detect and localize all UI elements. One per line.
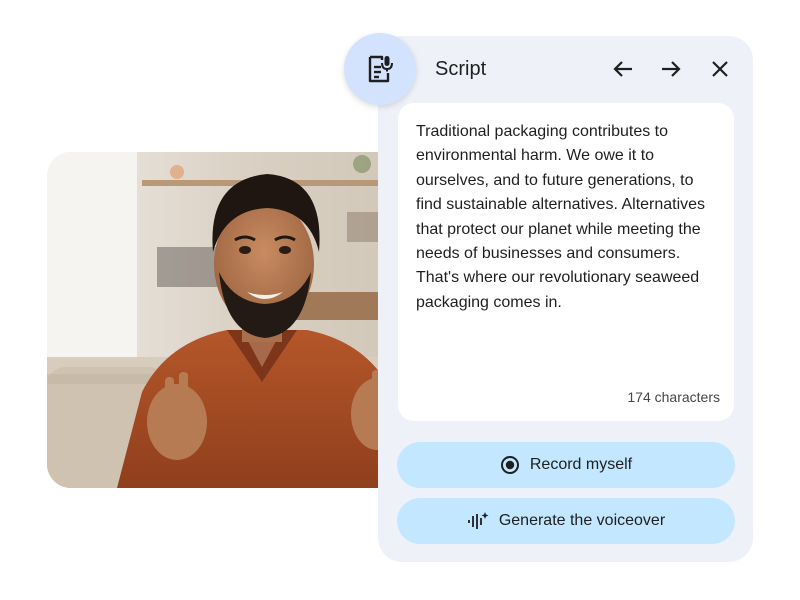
script-text-card[interactable]: Traditional packaging contributes to env… <box>398 103 734 421</box>
panel-title: Script <box>435 58 487 80</box>
script-icon-badge <box>344 33 416 105</box>
script-text[interactable]: Traditional packaging contributes to env… <box>416 120 716 315</box>
record-icon <box>500 455 520 475</box>
record-myself-button[interactable]: Record myself <box>397 442 735 488</box>
script-mic-icon <box>368 55 393 83</box>
presenter-video <box>47 152 427 488</box>
character-count: 174 characters <box>627 389 720 405</box>
close-button[interactable] <box>705 54 735 84</box>
arrow-left-icon <box>613 61 632 77</box>
generate-voiceover-button[interactable]: Generate the voiceover <box>397 498 735 544</box>
close-icon <box>712 61 728 77</box>
forward-button[interactable] <box>656 54 686 84</box>
record-myself-label: Record myself <box>529 456 633 473</box>
voice-sparkle-icon <box>467 511 489 531</box>
arrow-right-icon <box>662 61 681 77</box>
back-button[interactable] <box>608 54 638 84</box>
generate-voiceover-label: Generate the voiceover <box>498 512 666 529</box>
